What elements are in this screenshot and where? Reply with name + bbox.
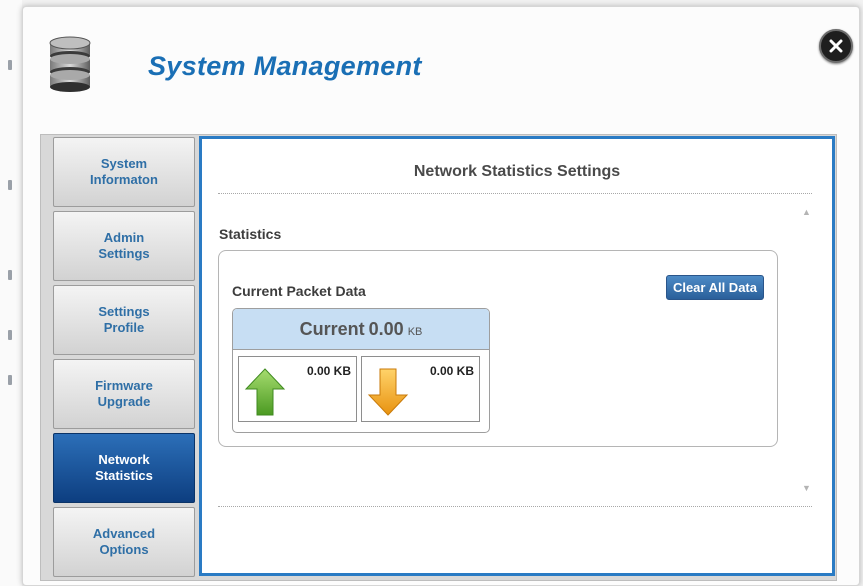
upload-cell: 0.00 KB	[238, 356, 357, 422]
sidebar-item-settings-profile[interactable]: Settings Profile	[53, 285, 195, 355]
sidebar-item-system-information[interactable]: System Informaton	[53, 137, 195, 207]
scroll-up-icon[interactable]: ▲	[802, 207, 811, 217]
background-mark	[8, 270, 12, 280]
system-management-dialog: System Management System Informaton Admi…	[22, 6, 860, 586]
sidebar-item-firmware-upgrade[interactable]: Firmware Upgrade	[53, 359, 195, 429]
database-icon	[49, 36, 91, 92]
current-unit: KB	[407, 325, 423, 338]
sidebar-item-network-statistics[interactable]: Network Statistics	[53, 433, 195, 503]
current-value: 0.00	[368, 318, 404, 339]
background-page	[0, 0, 22, 586]
close-button[interactable]	[819, 29, 853, 63]
content-panel: Network Statistics Settings ▲ Statistics…	[199, 136, 835, 576]
upload-value: 0.00 KB	[306, 364, 351, 378]
download-cell: 0.00 KB	[361, 356, 480, 422]
packet-header: Current 0.00 KB	[233, 309, 489, 350]
divider	[218, 193, 812, 194]
sidebar-item-advanced-options[interactable]: Advanced Options	[53, 507, 195, 577]
download-arrow-icon	[367, 368, 409, 416]
scroll-down-icon[interactable]: ▼	[802, 483, 811, 493]
upload-arrow-icon	[244, 368, 286, 416]
divider	[218, 506, 812, 507]
clear-all-data-button[interactable]: Clear All Data	[665, 275, 764, 300]
background-mark	[8, 60, 12, 70]
settings-frame: System Informaton Admin Settings Setting…	[40, 134, 837, 581]
close-icon	[829, 39, 843, 53]
page-title: System Management	[148, 51, 422, 81]
statistics-label: Statistics	[219, 226, 282, 242]
packet-card: Current 0.00 KB 0.00 KB 0.00 KB	[232, 308, 490, 433]
current-label: Current	[299, 318, 365, 339]
sidebar-item-admin-settings[interactable]: Admin Settings	[53, 211, 195, 281]
download-value: 0.00 KB	[429, 364, 474, 378]
content-title: Network Statistics Settings	[413, 163, 621, 180]
statistics-box: Current Packet Data Clear All Data Curre…	[218, 250, 778, 447]
current-packet-data-label: Current Packet Data	[232, 283, 366, 299]
background-mark	[8, 330, 12, 340]
sidebar: System Informaton Admin Settings Setting…	[53, 137, 195, 581]
packet-cells: 0.00 KB 0.00 KB	[233, 350, 489, 428]
background-mark	[8, 180, 12, 190]
background-mark	[8, 375, 12, 385]
